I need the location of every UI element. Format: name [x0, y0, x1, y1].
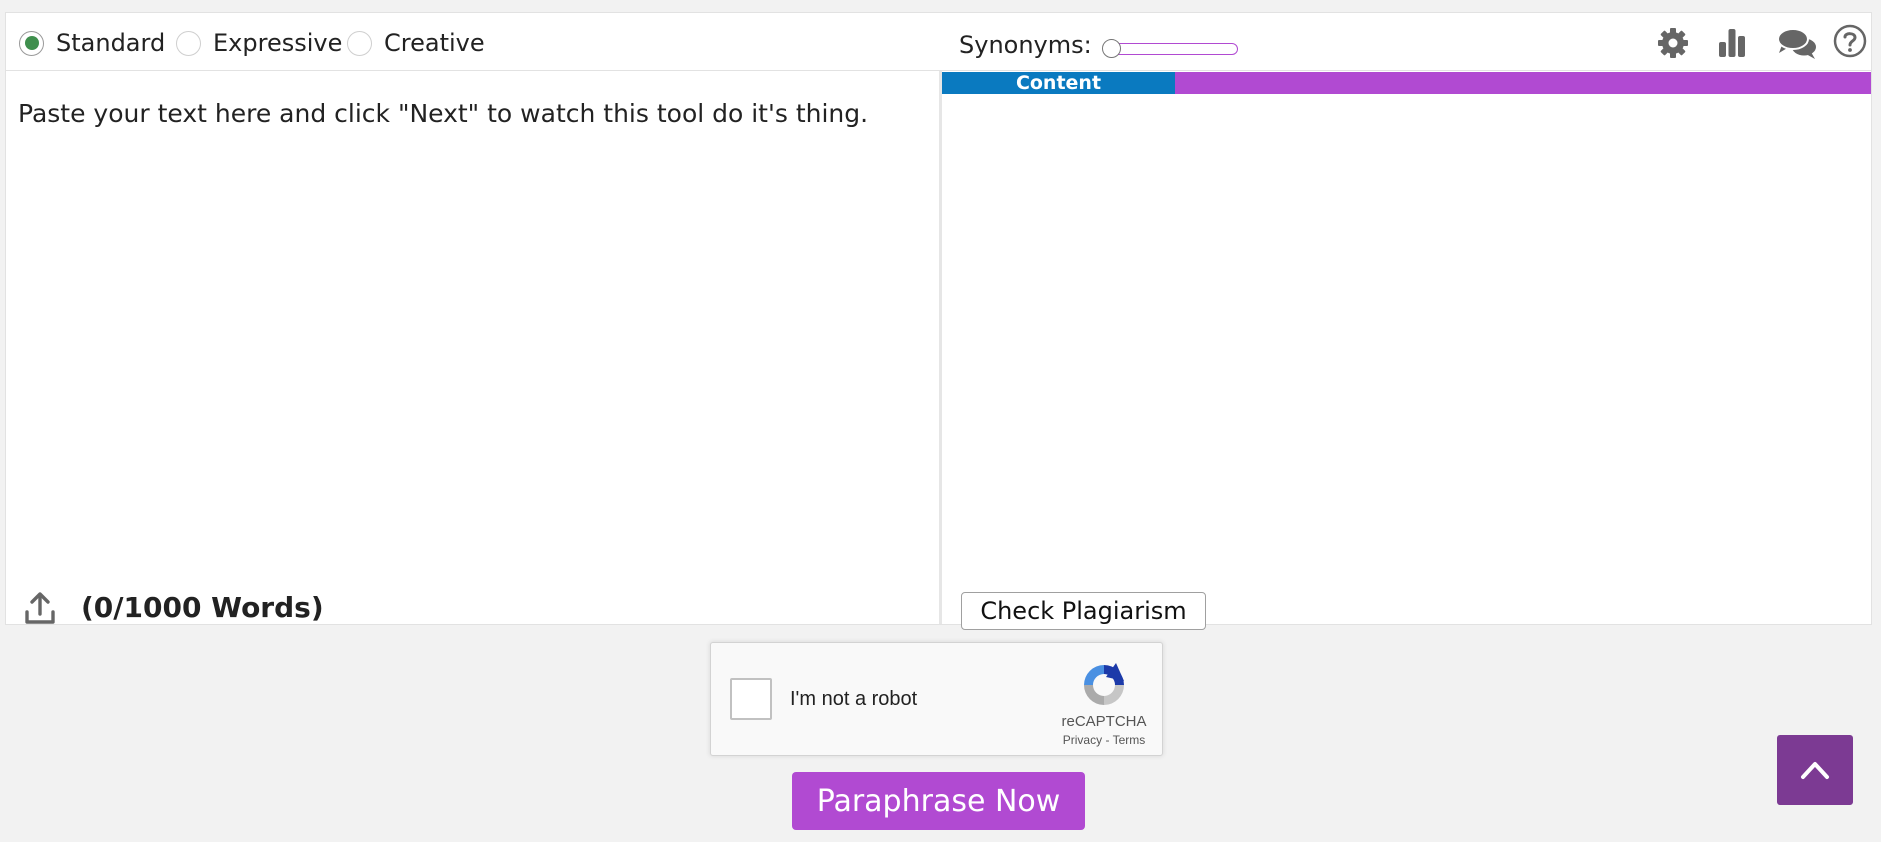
- recaptcha-separator: -: [1102, 733, 1113, 747]
- synonyms-slider-handle[interactable]: [1102, 39, 1121, 58]
- recaptcha-logo-icon: [1084, 663, 1124, 705]
- recaptcha-widget: I'm not a robot reCAPTCHA Privacy - Term…: [710, 642, 1163, 756]
- mode-creative[interactable]: Creative: [347, 29, 485, 57]
- check-plagiarism-button[interactable]: Check Plagiarism: [961, 592, 1206, 630]
- paraphrase-now-button[interactable]: Paraphrase Now: [792, 772, 1085, 830]
- synonyms-slider[interactable]: [1102, 39, 1238, 58]
- mode-expressive-label: Expressive: [213, 29, 343, 57]
- radio-expressive[interactable]: [176, 30, 201, 56]
- gear-icon[interactable]: [1655, 25, 1691, 61]
- radio-creative[interactable]: [347, 30, 372, 56]
- bar-chart-icon[interactable]: [1714, 25, 1750, 61]
- mode-toolbar: Standard Expressive Creative Synonyms:: [6, 13, 1871, 71]
- recaptcha-terms-link[interactable]: Terms: [1113, 733, 1146, 747]
- recaptcha-links: Privacy - Terms: [1031, 733, 1177, 747]
- recaptcha-privacy-link[interactable]: Privacy: [1063, 733, 1102, 747]
- word-count: (0/1000 Words): [81, 591, 324, 624]
- radio-standard[interactable]: [19, 30, 44, 56]
- recaptcha-label: I'm not a robot: [790, 688, 918, 710]
- recaptcha-brand: reCAPTCHA: [1061, 713, 1147, 730]
- upload-icon[interactable]: [22, 590, 58, 626]
- input-textarea[interactable]: Paste your text here and click "Next" to…: [18, 99, 868, 128]
- mode-creative-label: Creative: [384, 29, 485, 57]
- paraphrase-tool: Standard Expressive Creative Synonyms: P…: [5, 12, 1872, 630]
- tab-content[interactable]: Content: [942, 72, 1175, 94]
- mode-standard[interactable]: Standard: [19, 29, 165, 57]
- synonyms-label: Synonyms:: [959, 31, 1092, 59]
- chat-bubbles-icon[interactable]: [1776, 25, 1818, 61]
- mode-expressive[interactable]: Expressive: [176, 29, 342, 57]
- help-circle-icon[interactable]: [1832, 23, 1868, 59]
- scroll-to-top-button[interactable]: [1777, 735, 1853, 805]
- output-tab-bar: Content: [942, 72, 1871, 94]
- recaptcha-checkbox[interactable]: [730, 678, 772, 720]
- mode-standard-label: Standard: [56, 29, 166, 57]
- panel-divider: [939, 71, 942, 624]
- chevron-up-icon: [1801, 762, 1829, 779]
